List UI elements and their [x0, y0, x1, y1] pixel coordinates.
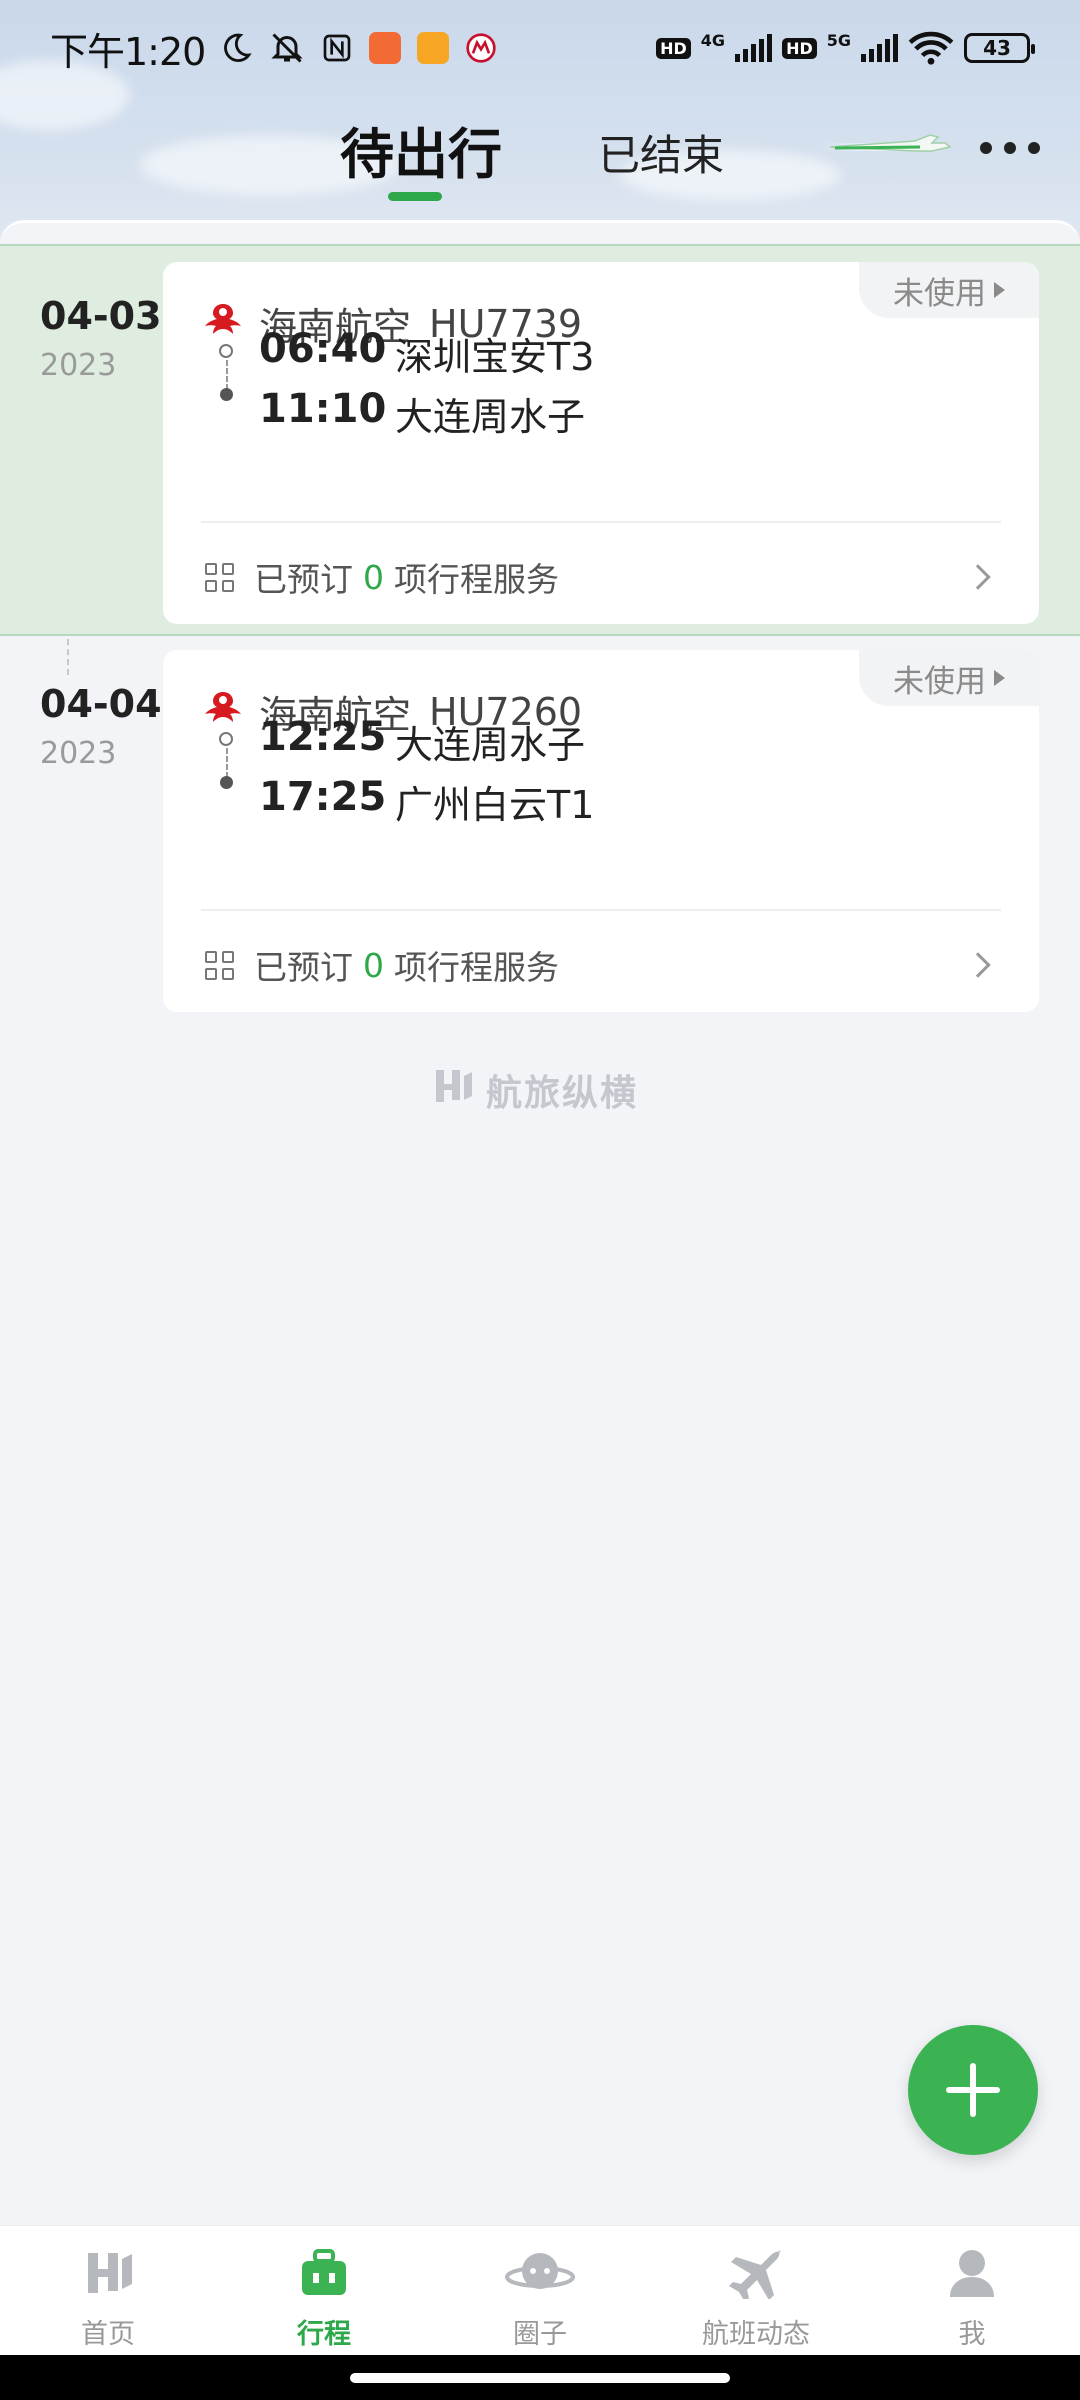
planet-chat-icon — [505, 2246, 575, 2300]
status-badge[interactable]: 未使用 — [859, 262, 1039, 318]
trip-card[interactable]: 未使用 海南航空 HU7260 12:25 大连周水子 17:25 广州白云T1… — [163, 650, 1039, 1012]
battery-level: 43 — [983, 36, 1011, 60]
service-prefix: 已预订 — [254, 948, 353, 987]
home-indicator[interactable] — [350, 2373, 730, 2383]
departure-dot — [219, 344, 233, 358]
status-time: 下午1:20 — [50, 29, 206, 74]
trip-row: 04-04 2023 未使用 海南航空 HU7260 12:25 大连周水子 1… — [0, 636, 1080, 1036]
card-divider — [201, 521, 1001, 523]
departure-time: 12:25 — [259, 714, 387, 760]
nav-item-trips[interactable]: 行程 — [216, 2226, 432, 2355]
app-logo-icon — [430, 1066, 476, 1115]
app-notification-icon — [369, 32, 402, 64]
service-count: 0 — [363, 945, 384, 985]
departure-airport: 大连周水子 — [395, 723, 586, 767]
hd-badge: HD — [656, 37, 691, 59]
watermark-text: 航旅纵横 — [486, 1073, 639, 1114]
trip-row: 04-03 2023 未使用 海南航空 HU7739 06:40 深圳宝安T3 … — [0, 244, 1080, 636]
moon-icon — [219, 31, 253, 65]
hd-badge: HD — [782, 37, 817, 59]
grid-icon — [205, 950, 234, 980]
triangle-right-icon — [994, 282, 1005, 298]
arrival-dot — [220, 388, 233, 401]
app-notification-icon — [417, 32, 450, 64]
nav-label: 圈子 — [513, 2319, 567, 2350]
nav-item-home[interactable]: 首页 — [0, 2226, 216, 2355]
departure-airport: 深圳宝安T3 — [395, 335, 595, 379]
status-badge[interactable]: 未使用 — [859, 650, 1039, 706]
nav-item-circle[interactable]: 圈子 — [432, 2226, 648, 2355]
status-text: 未使用 — [893, 275, 986, 312]
service-suffix: 项行程服务 — [394, 560, 559, 599]
departure-dot — [219, 732, 233, 746]
trip-date: 04-04 2023 — [40, 682, 162, 771]
nav-label: 我 — [958, 2319, 986, 2350]
arrival-dot — [220, 776, 233, 789]
service-prefix: 已预订 — [254, 560, 353, 599]
network-5g-label: 5G — [826, 31, 851, 50]
segment-line — [226, 360, 228, 390]
airplane-decoration-icon — [820, 125, 970, 169]
app-watermark: 航旅纵横 — [430, 1064, 638, 1116]
signal-icon — [735, 34, 773, 62]
bottom-nav: 首页 行程 圈子 航班动态 我 — [0, 2225, 1080, 2355]
more-options-button[interactable] — [980, 128, 1040, 168]
active-tab-indicator — [388, 192, 442, 201]
battery-icon: 43 — [964, 33, 1035, 63]
trip-date: 04-03 2023 — [40, 294, 162, 383]
trip-services-row[interactable]: 已预订 0 项行程服务 — [205, 553, 1001, 601]
mute-bell-icon — [269, 30, 305, 66]
network-4g-label: 4G — [700, 31, 726, 50]
home-logo-icon — [80, 2246, 136, 2300]
trip-services-row[interactable]: 已预订 0 项行程服务 — [205, 941, 1001, 989]
departure-time: 06:40 — [259, 326, 387, 372]
segment-line — [226, 748, 228, 778]
grid-icon — [205, 562, 234, 592]
service-count: 0 — [363, 557, 384, 597]
triangle-right-icon — [994, 670, 1005, 686]
chevron-right-icon — [965, 564, 991, 590]
signal-icon — [861, 34, 898, 62]
airplane-icon — [726, 2246, 786, 2300]
nav-item-me[interactable]: 我 — [864, 2226, 1080, 2355]
trip-date-md: 04-03 — [40, 294, 162, 338]
arrival-time: 11:10 — [259, 386, 387, 432]
service-suffix: 项行程服务 — [394, 948, 559, 987]
header: 下午1:20 HD 4G HD 5G 43 待出行 已结束 — [0, 0, 1080, 240]
trip-date-year: 2023 — [40, 348, 117, 383]
trip-date-md: 04-04 — [40, 682, 162, 726]
status-bar: 下午1:20 HD 4G HD 5G 43 — [0, 0, 1080, 96]
nav-item-flight-status[interactable]: 航班动态 — [648, 2226, 864, 2355]
add-trip-button[interactable] — [908, 2025, 1038, 2155]
trip-card[interactable]: 未使用 海南航空 HU7739 06:40 深圳宝安T3 11:10 大连周水子… — [163, 262, 1039, 624]
hainan-airlines-logo-icon — [201, 298, 245, 349]
nav-label: 首页 — [81, 2319, 135, 2350]
tab-ended[interactable]: 已结束 — [598, 122, 724, 183]
suitcase-icon — [298, 2246, 350, 2300]
arrival-airport: 大连周水子 — [395, 395, 586, 439]
bank-app-icon — [465, 32, 497, 64]
nav-label: 航班动态 — [702, 2319, 810, 2350]
trip-date-year: 2023 — [40, 736, 117, 771]
tab-upcoming[interactable]: 待出行 — [340, 110, 502, 189]
person-icon — [948, 2246, 996, 2300]
status-text: 未使用 — [893, 663, 986, 700]
nfc-icon — [321, 32, 353, 64]
chevron-right-icon — [965, 952, 991, 978]
wifi-icon — [908, 31, 954, 65]
arrival-airport: 广州白云T1 — [395, 783, 595, 827]
card-divider — [201, 909, 1001, 911]
nav-label: 行程 — [297, 2319, 351, 2350]
arrival-time: 17:25 — [259, 774, 387, 820]
hainan-airlines-logo-icon — [201, 686, 245, 737]
